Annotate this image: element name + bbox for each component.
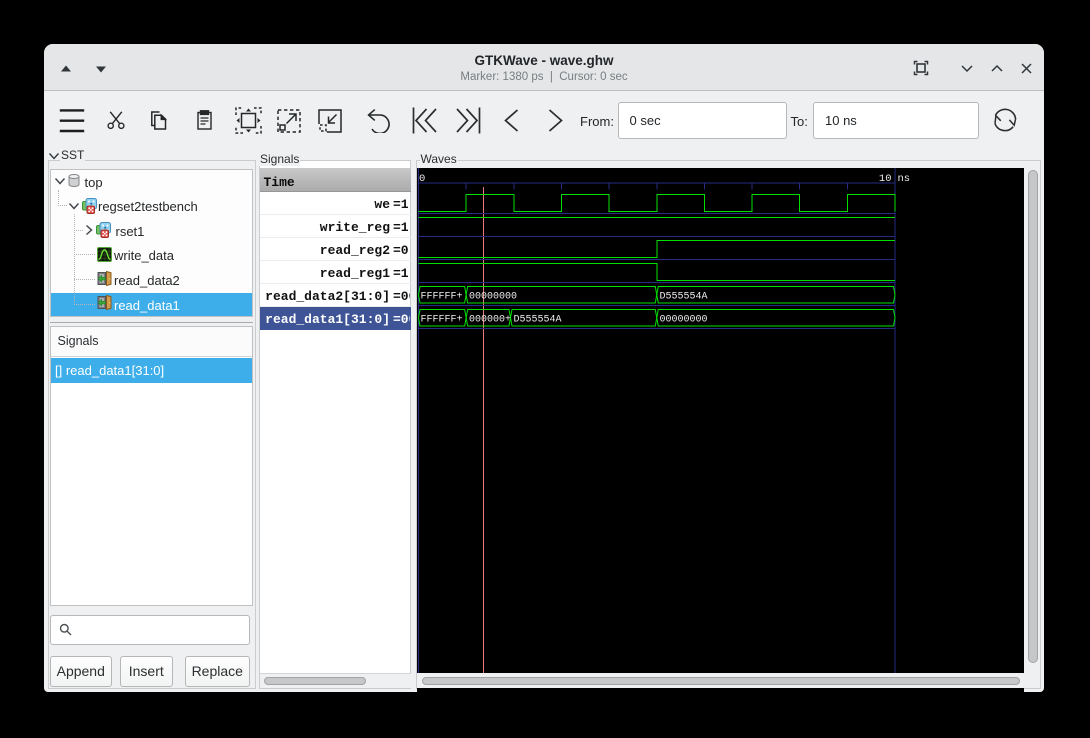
svg-text:FFFFFF+: FFFFFF+ [421, 291, 463, 302]
svg-text:ns: ns [898, 173, 911, 185]
svg-text:00000000: 00000000 [469, 291, 517, 302]
svg-text:FFFFFF+: FFFFFF+ [421, 314, 463, 325]
svg-text:0: 0 [419, 173, 425, 185]
svg-text:00000000: 00000000 [660, 314, 708, 325]
svg-text:000000+: 000000+ [469, 314, 511, 325]
svg-text:D555554A: D555554A [660, 291, 708, 302]
svg-text:D555554A: D555554A [514, 314, 562, 325]
svg-text:10: 10 [879, 173, 892, 185]
